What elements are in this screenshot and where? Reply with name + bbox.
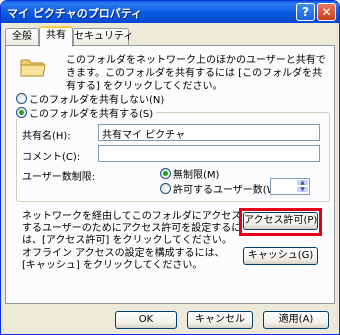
permissions-text: ネットワークを経由してこのフォルダにアクセスするユーザーのためにアクセス許可を設… [22,211,242,246]
share-option[interactable]: このフォルダを共有する(S) [16,105,157,120]
comment-label: コメント(C): [22,152,81,163]
no-share-option[interactable]: このフォルダを共有しない(N) [16,91,165,106]
title-bar[interactable]: マイ ピクチャのプロパティ ? ✕ [1,1,339,23]
no-share-radio[interactable] [16,92,27,104]
user-count-spinner[interactable]: ▲ ▼ [270,178,310,195]
unlimited-radio[interactable] [160,167,171,179]
apply-button[interactable]: 適用(A) [263,311,329,329]
no-share-label: このフォルダを共有しない(N) [29,94,165,106]
share-label: このフォルダを共有する(S) [29,108,154,120]
unlimited-label: 無制限(M) [173,169,220,181]
spin-up-icon[interactable]: ▲ [296,179,309,186]
unlimited-option[interactable]: 無制限(M) [160,166,220,181]
caching-button[interactable]: キャッシュ(G) [243,247,318,265]
allowed-users-option[interactable]: 許可するユーザー数(W) [160,181,281,196]
user-limit-label: ユーザー数制限: [22,172,96,183]
intro-text: このフォルダをネットワーク上のほかのユーザーと共有できます。このフォルダを共有す… [66,55,326,92]
tab-general[interactable]: 全般 [5,28,39,46]
cancel-button[interactable]: キャンセル [187,311,253,329]
ok-button[interactable]: OK [115,311,177,329]
comment-input[interactable] [98,145,320,162]
close-button[interactable]: ✕ [317,3,336,21]
caching-text: オフライン アクセスの設定を構成するには、[キャッシュ] をクリックしてください… [22,248,225,271]
shared-folder-icon [20,59,46,77]
window-title: マイ ピクチャのプロパティ [7,7,143,20]
allowed-users-label: 許可するユーザー数(W) [173,184,281,196]
sharing-panel: このフォルダをネットワーク上のほかのユーザーと共有できます。このフォルダを共有す… [5,45,335,304]
help-button[interactable]: ? [296,3,315,21]
share-name-label: 共有名(H): [22,131,71,142]
properties-dialog: マイ ピクチャのプロパティ ? ✕ 全般 共有 セキュリティ このフォルダをネッ… [0,0,340,335]
tab-security[interactable]: セキュリティ [73,28,133,46]
permissions-button[interactable]: アクセス許可(P) [243,212,318,230]
spin-down-icon[interactable]: ▼ [296,186,309,193]
allowed-users-radio[interactable] [160,182,171,194]
tab-sharing[interactable]: 共有 [39,26,73,47]
share-name-input[interactable]: 共有マイ ピクチャ [98,124,320,141]
spinner-buttons[interactable]: ▲ ▼ [296,179,309,194]
share-radio[interactable] [16,106,27,118]
